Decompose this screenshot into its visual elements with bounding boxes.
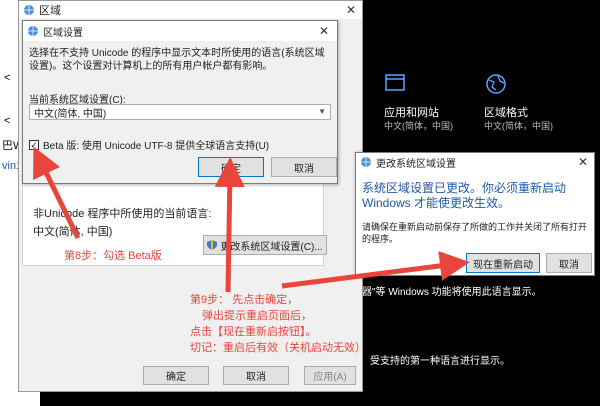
nonunicode-label: 非Unicode 程序中所使用的当前语言: bbox=[33, 208, 212, 220]
globe-icon bbox=[24, 5, 34, 15]
beta-utf8-option[interactable]: ✓ Beta 版: 使用 Unicode UTF-8 提供全球语言支持(U) bbox=[29, 137, 269, 152]
step9-annotation-line1: 第9步： 先点击确定， bbox=[190, 294, 299, 306]
close-icon[interactable]: ✕ bbox=[319, 24, 329, 38]
beta-label: Beta 版: 使用 Unicode UTF-8 提供全球语言支持(U) bbox=[43, 141, 270, 152]
region-window-title: 区域 bbox=[39, 5, 61, 17]
locale-cancel-button[interactable]: 取消 bbox=[271, 157, 337, 177]
restart-main-text: 系统区域设置已更改。你必须重新启动 Windows 才能使更改生效。 bbox=[362, 181, 567, 210]
change-system-locale-button[interactable]: 更改系统区域设置(C)... bbox=[203, 235, 327, 255]
beta-checkbox[interactable]: ✓ bbox=[29, 139, 39, 150]
apps-websites-sub: 中文(简体，中国) bbox=[384, 121, 453, 131]
restart-detail-text: 请确保在重新启动前保存了所做的工作并关闭了所有打开的程序。 bbox=[362, 222, 588, 244]
region-apply-button[interactable]: 应用(A) bbox=[304, 366, 356, 385]
restart-cancel-button[interactable]: 取消 bbox=[546, 253, 592, 273]
apps-websites-title[interactable]: 应用和网站 bbox=[384, 104, 439, 120]
restart-required-dialog: 更改系统区域设置 ✕ 系统区域设置已更改。你必须重新启动 Windows 才能使… bbox=[355, 152, 595, 276]
locale-select-value: 中文(简体, 中国) bbox=[34, 108, 107, 120]
globe-icon bbox=[361, 157, 371, 167]
close-icon[interactable]: ✕ bbox=[578, 155, 588, 169]
step9-annotation-line3: 点击【现在重新启按钮】。 bbox=[190, 326, 317, 338]
locale-description: 选择在不支持 Unicode 的程序中显示文本时所使用的语言(系统区域设置)。这… bbox=[29, 48, 325, 72]
step9-annotation-line2: 弹出提示重启页面后， bbox=[202, 310, 312, 322]
shield-icon bbox=[207, 240, 218, 250]
locale-dialog-titlebar[interactable]: 区域设置 bbox=[23, 21, 337, 41]
restart-dialog-titlebar[interactable]: 更改系统区域设置 bbox=[356, 153, 594, 171]
close-icon[interactable]: ✕ bbox=[346, 3, 356, 17]
change-locale-label: 更改系统区域设置(C)... bbox=[220, 241, 323, 253]
nonunicode-value: 中文(简体, 中国) bbox=[33, 226, 113, 238]
apps-websites-icon bbox=[385, 74, 405, 91]
region-titlebar[interactable]: 区域 bbox=[19, 1, 362, 19]
chevron-down-icon: ▼ bbox=[318, 107, 326, 116]
regional-format-sub: 中文(简体，中国) bbox=[484, 121, 553, 131]
restart-dialog-title: 更改系统区域设置 bbox=[376, 158, 456, 170]
step8-annotation: 第8步：勾选 Beta版 bbox=[64, 250, 162, 262]
settings-text-line: 器"等 Windows 功能将使用此语言显示。 bbox=[362, 287, 542, 298]
system-locale-select[interactable]: 中文(简体, 中国) ▼ bbox=[29, 104, 331, 120]
left-glyph: < bbox=[4, 72, 11, 84]
back-arrow[interactable]: < bbox=[4, 115, 10, 127]
restart-now-button[interactable]: 现在重新启动 bbox=[466, 253, 540, 273]
regional-format-title[interactable]: 区域格式 bbox=[484, 104, 528, 120]
locale-ok-button[interactable]: 确定 bbox=[198, 157, 264, 177]
region-cancel-button[interactable]: 取消 bbox=[223, 366, 289, 385]
region-settings-dialog: 区域设置 ✕ 选择在不支持 Unicode 的程序中显示文本时所使用的语言(系统… bbox=[22, 20, 338, 184]
step9-annotation-line4: 切记：重启后有效（关机启动无效） bbox=[190, 342, 366, 354]
globe-icon bbox=[28, 26, 38, 36]
settings-text-line: 受支持的第一种语言进行显示。 bbox=[370, 356, 510, 367]
region-ok-button[interactable]: 确定 bbox=[143, 366, 209, 385]
locale-dialog-title: 区域设置 bbox=[43, 27, 83, 39]
regional-format-icon bbox=[486, 74, 506, 94]
